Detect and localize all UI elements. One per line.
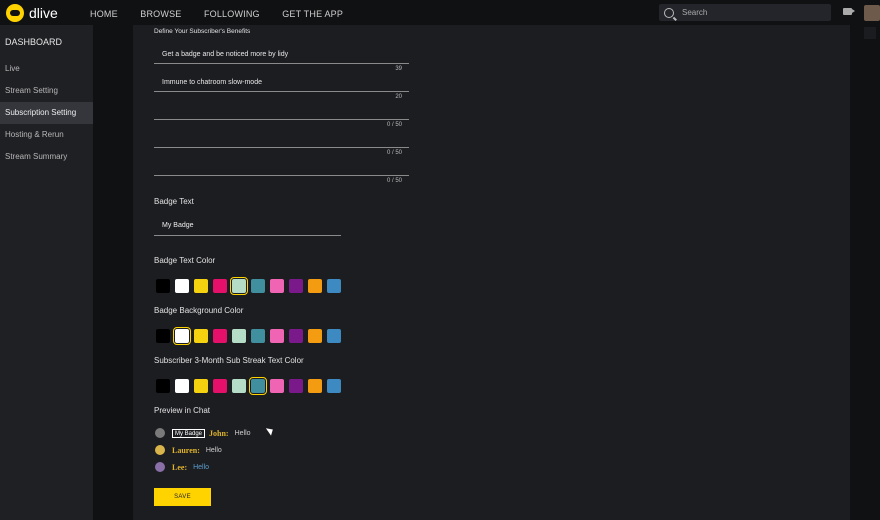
chat-message: Hello bbox=[234, 429, 251, 437]
color-swatch[interactable] bbox=[327, 379, 341, 393]
chat-avatar bbox=[155, 462, 165, 472]
color-swatch[interactable] bbox=[251, 279, 265, 293]
benefit-field-2[interactable]: Immune to chatroom slow-mode bbox=[154, 78, 409, 92]
color-swatch[interactable] bbox=[249, 377, 267, 395]
color-swatch[interactable] bbox=[194, 379, 208, 393]
badge-background-color-swatches bbox=[156, 327, 346, 345]
nav-get-the-app[interactable]: GET THE APP bbox=[282, 9, 343, 19]
color-swatch[interactable] bbox=[251, 329, 265, 343]
chat-preview-row: Lee: Hello bbox=[155, 462, 209, 472]
benefit-counter-2: 20 bbox=[395, 94, 402, 100]
nav-home[interactable]: HOME bbox=[90, 9, 118, 19]
color-swatch[interactable] bbox=[213, 279, 227, 293]
color-swatch[interactable] bbox=[156, 279, 170, 293]
color-swatch[interactable] bbox=[289, 379, 303, 393]
sidebar-heading: DASHBOARD bbox=[5, 37, 63, 47]
color-swatch[interactable] bbox=[173, 327, 191, 345]
sidebar-item-stream-summary[interactable]: Stream Summary bbox=[0, 146, 93, 168]
benefit-field-4[interactable] bbox=[154, 134, 409, 148]
scrollbar-thumb[interactable] bbox=[864, 27, 876, 39]
sidebar-item-live[interactable]: Live bbox=[0, 58, 93, 80]
preview-label: Preview in Chat bbox=[154, 406, 211, 415]
benefit-counter-3: 0 / 50 bbox=[386, 122, 402, 128]
color-swatch[interactable] bbox=[156, 329, 170, 343]
search-icon[interactable] bbox=[664, 7, 674, 18]
benefit-counter-1: 39 bbox=[395, 66, 402, 72]
chat-username: Lauren: bbox=[172, 445, 200, 455]
color-swatch[interactable] bbox=[230, 277, 248, 295]
color-swatch[interactable] bbox=[156, 379, 170, 393]
chat-username: Lee: bbox=[172, 462, 188, 472]
badge-text-color-label: Badge Text Color bbox=[154, 256, 216, 265]
color-swatch[interactable] bbox=[308, 279, 322, 293]
color-swatch[interactable] bbox=[213, 329, 227, 343]
chat-avatar bbox=[155, 445, 165, 455]
sidebar-item-stream-setting[interactable]: Stream Setting bbox=[0, 80, 93, 102]
color-swatch[interactable] bbox=[213, 379, 227, 393]
color-swatch[interactable] bbox=[270, 279, 284, 293]
nav-following[interactable]: FOLLOWING bbox=[204, 9, 260, 19]
color-swatch[interactable] bbox=[308, 329, 322, 343]
nav-browse[interactable]: BROWSE bbox=[140, 9, 181, 19]
color-swatch[interactable] bbox=[175, 379, 189, 393]
color-swatch[interactable] bbox=[308, 379, 322, 393]
benefit-field-3[interactable] bbox=[154, 106, 409, 120]
streak-text-color-label: Subscriber 3-Month Sub Streak Text Color bbox=[154, 356, 304, 365]
save-button[interactable]: SAVE bbox=[154, 488, 211, 506]
subscription-settings-panel: Define Your Subscriber's Benefits Get a … bbox=[133, 25, 850, 520]
color-swatch[interactable] bbox=[232, 379, 246, 393]
color-swatch[interactable] bbox=[289, 329, 303, 343]
go-live-camera-icon[interactable] bbox=[843, 8, 855, 15]
streak-text-color-swatches bbox=[156, 377, 346, 395]
sidebar-item-subscription-setting[interactable]: Subscription Setting bbox=[0, 102, 93, 124]
benefit-counter-4: 0 / 50 bbox=[386, 150, 402, 156]
user-avatar[interactable] bbox=[864, 5, 880, 21]
dashboard-sidebar: DASHBOARD Live Stream Setting Subscripti… bbox=[0, 25, 93, 520]
sidebar-item-hosting-rerun[interactable]: Hosting & Rerun bbox=[0, 124, 93, 146]
chat-preview-row: My Badge John: Hello bbox=[155, 428, 251, 438]
benefits-title: Define Your Subscriber's Benefits bbox=[154, 28, 251, 35]
benefit-counter-5: 0 / 50 bbox=[386, 178, 402, 184]
color-swatch[interactable] bbox=[289, 279, 303, 293]
dlive-logo[interactable]: dlive bbox=[6, 3, 78, 22]
color-swatch[interactable] bbox=[194, 329, 208, 343]
badge-text-color-swatches bbox=[156, 277, 346, 295]
benefit-field-1[interactable]: Get a badge and be noticed more by lidy bbox=[154, 50, 409, 64]
search-input[interactable] bbox=[682, 8, 822, 17]
top-bar: dlive HOME BROWSE FOLLOWING GET THE APP bbox=[0, 0, 880, 25]
chat-message: Hello bbox=[193, 463, 210, 471]
search-box[interactable] bbox=[659, 4, 831, 21]
badge-preview: My Badge bbox=[172, 428, 206, 438]
badge-background-color-label: Badge Background Color bbox=[154, 306, 244, 315]
color-swatch[interactable] bbox=[194, 279, 208, 293]
chat-message: Hello bbox=[205, 446, 222, 454]
color-swatch[interactable] bbox=[270, 329, 284, 343]
right-gutter bbox=[850, 25, 880, 520]
logo-icon bbox=[6, 3, 24, 22]
mouse-cursor-icon bbox=[265, 425, 276, 436]
chat-avatar bbox=[155, 428, 165, 438]
logo-text: dlive bbox=[29, 4, 58, 21]
badge-text-label: Badge Text bbox=[154, 197, 194, 206]
color-swatch[interactable] bbox=[175, 279, 189, 293]
color-swatch[interactable] bbox=[327, 279, 341, 293]
color-swatch[interactable] bbox=[327, 329, 341, 343]
chat-username: John: bbox=[209, 428, 229, 438]
benefit-field-5[interactable] bbox=[154, 162, 409, 176]
left-gutter bbox=[93, 25, 133, 520]
main-nav: HOME BROWSE FOLLOWING GET THE APP bbox=[90, 4, 361, 22]
color-swatch[interactable] bbox=[270, 379, 284, 393]
color-swatch[interactable] bbox=[232, 329, 246, 343]
badge-text-input[interactable]: My Badge bbox=[154, 220, 341, 236]
chat-preview-row: Lauren: Hello bbox=[155, 445, 222, 455]
